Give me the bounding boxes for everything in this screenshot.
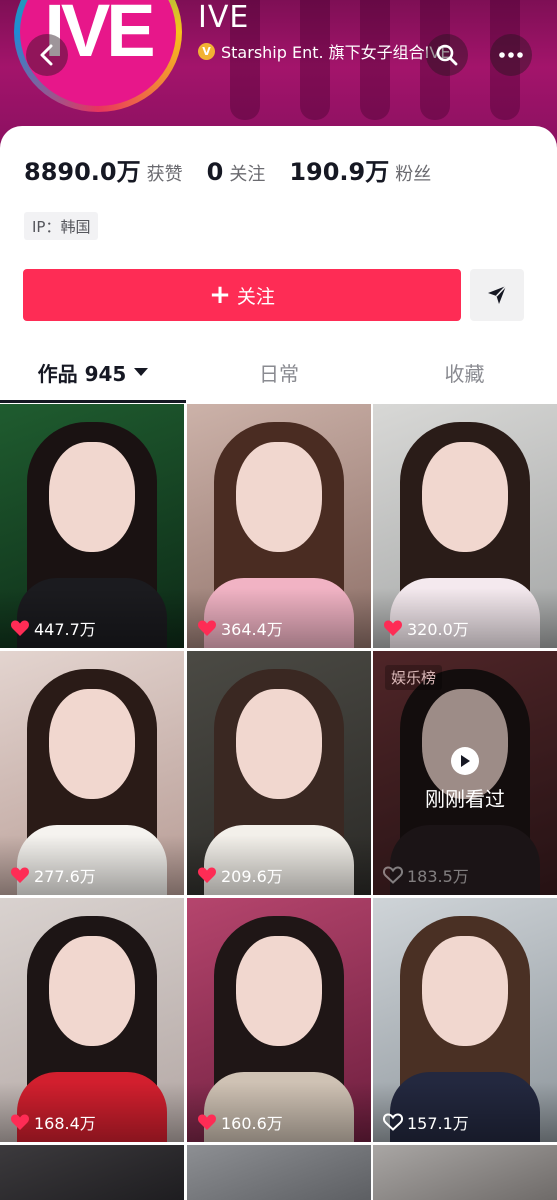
heart-outline-icon [383,1113,403,1131]
followers-count[interactable]: 190.9万 [289,152,389,187]
like-count: 277.6万 [10,863,96,887]
video-thumbnail[interactable] [373,1145,557,1200]
tab-works-label: 作品 945 [37,361,127,386]
video-thumbnail[interactable]: 168.4万 [0,898,184,1142]
likes-label: 获赞 [146,164,183,185]
likes-count: 8890.0万 [24,158,141,186]
follow-button[interactable]: + 关注 [23,269,461,321]
like-count: 447.7万 [10,616,96,640]
video-thumbnail[interactable]: 157.1万 [373,898,557,1142]
like-count-text: 320.0万 [407,620,469,639]
follow-button-label: 关注 [236,285,275,308]
heart-filled-icon [10,620,30,636]
heart-outline-icon [383,866,403,884]
like-count: 160.6万 [197,1110,283,1134]
heart-filled-icon [197,620,217,636]
followers-label[interactable]: 粉丝 [395,160,431,186]
like-count: 320.0万 [383,616,469,640]
more-button[interactable] [490,34,532,76]
search-icon [436,44,458,66]
plus-icon: + [209,280,231,310]
heart-filled-icon [10,1114,30,1130]
search-button[interactable] [426,34,468,76]
like-count-text: 277.6万 [34,867,96,886]
like-count-text: 168.4万 [34,1114,96,1133]
profile-name: IVE [198,0,250,35]
ip-location-tag: IP：韩国 [24,212,99,240]
heart-filled-icon [383,620,403,636]
heart-filled-icon [197,867,217,883]
video-thumbnail[interactable]: 320.0万 [373,404,557,648]
video-thumbnail[interactable]: 364.4万 [187,404,371,648]
tab-works[interactable]: 作品 945 [0,344,186,400]
back-button[interactable] [26,34,68,76]
like-count-text: 183.5万 [407,867,469,886]
tab-favorites[interactable]: 收藏 [372,344,557,400]
like-count-text: 160.6万 [221,1114,283,1133]
caret-down-icon [134,368,149,376]
recently-viewed-text: 刚刚看过 [425,787,505,811]
active-tab-indicator [0,400,186,403]
video-thumbnail[interactable]: 447.7万 [0,404,184,648]
heart-filled-icon [197,1114,217,1130]
play-icon [451,747,479,775]
following-count[interactable]: 0 [207,158,224,186]
more-icon [499,52,523,58]
video-thumbnail[interactable] [0,1145,184,1200]
tab-favorites-label: 收藏 [444,361,485,386]
verification-row: V Starship Ent. 旗下女子组合IVE [198,40,450,62]
like-count: 157.1万 [383,1110,469,1134]
message-button[interactable] [470,269,524,321]
video-thumbnail[interactable]: 160.6万 [187,898,371,1142]
like-count: 209.6万 [197,863,283,887]
stats-row: 8890.0万 获赞 0 关注 190.9万 粉丝 [24,152,455,187]
video-thumbnail-recently-viewed[interactable]: 娱乐榜 刚刚看过 183.5万 [373,651,557,895]
like-count: 183.5万 [383,863,469,887]
following-label[interactable]: 关注 [229,160,265,186]
like-count: 364.4万 [197,616,283,640]
content-tabs: 作品 945 日常 收藏 [0,344,557,404]
ranking-badge: 娱乐榜 [385,665,443,690]
video-thumbnail[interactable]: 277.6万 [0,651,184,895]
video-thumbnail[interactable]: 209.6万 [187,651,371,895]
recently-viewed-label: 刚刚看过 [373,747,557,812]
heart-filled-icon [10,867,30,883]
verification-text: Starship Ent. 旗下女子组合IVE [221,43,451,62]
like-count-text: 209.6万 [221,867,283,886]
verified-icon: V [198,42,215,60]
tab-daily-label: 日常 [259,361,299,386]
like-count-text: 364.4万 [221,620,283,639]
chevron-left-icon [40,44,53,66]
like-count: 168.4万 [10,1110,96,1134]
like-count-text: 157.1万 [407,1114,469,1133]
send-icon [488,285,507,304]
tab-daily[interactable]: 日常 [186,344,372,400]
video-thumbnail[interactable] [187,1145,371,1200]
like-count-text: 447.7万 [34,620,96,639]
